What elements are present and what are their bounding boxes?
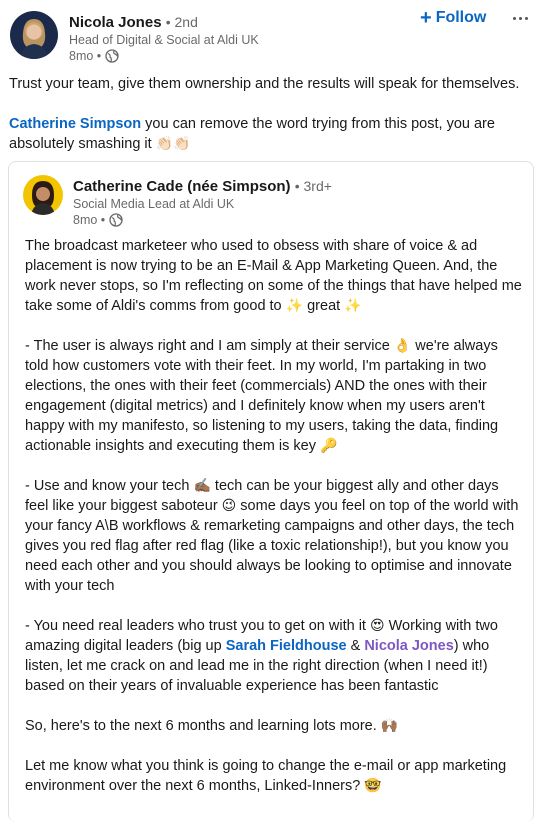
body-paragraph-4: - You need real leaders who trust you to…: [25, 616, 525, 696]
shared-post-meta: 8mo •: [73, 212, 123, 228]
post-time: 8mo •: [69, 49, 102, 63]
sparkles-emoji: ✨: [344, 298, 362, 314]
author-name[interactable]: Nicola Jones: [69, 14, 162, 31]
body-paragraph-2: - The user is always right and I am simp…: [25, 336, 525, 456]
connection-degree: • 2nd: [165, 14, 198, 30]
body-text-span: So, here's to the next 6 months and lear…: [25, 718, 381, 734]
body-paragraph-6: Let me know what you think is going to c…: [25, 756, 525, 796]
raised-hands-emoji: 🙌🏾: [380, 718, 399, 734]
mention-catherine-simpson[interactable]: Catherine Simpson: [9, 116, 141, 132]
key-emoji: 🔑: [320, 438, 338, 454]
post-meta: 8mo •: [69, 48, 119, 64]
author-avatar[interactable]: [10, 11, 58, 59]
shared-post-time: 8mo •: [73, 213, 106, 227]
shared-author-name-row: Catherine Cade (née Simpson) • 3rd+: [73, 176, 332, 197]
shared-author-avatar-image: [23, 175, 63, 215]
globe-icon: [105, 49, 119, 63]
body-text-span: - The user is always right and I am simp…: [25, 338, 394, 354]
writing-hand-emoji: ✍🏾: [193, 478, 211, 494]
post-text: Trust your team, give them ownership and…: [9, 76, 520, 92]
author-avatar-image: [10, 11, 58, 59]
sparkles-emoji: ✨: [285, 298, 304, 314]
body-paragraph-1: The broadcast marketeer who used to obse…: [25, 236, 525, 316]
body-text-span: - You need real leaders who trust you to…: [25, 618, 370, 634]
plus-icon: +: [420, 7, 432, 29]
shared-post-body: The broadcast marketeer who used to obse…: [25, 236, 525, 816]
body-text-span: - Use and know your tech: [25, 478, 194, 494]
author-name-row: Nicola Jones • 2nd: [69, 12, 198, 33]
more-icon: [512, 16, 516, 20]
follow-label: Follow: [435, 9, 487, 26]
nerd-face-emoji: 🤓: [364, 778, 382, 794]
body-text-span: The broadcast marketeer who used to obse…: [25, 238, 522, 314]
body-text-span: &: [346, 638, 365, 654]
more-options-button[interactable]: [508, 6, 532, 30]
shared-author-name[interactable]: Catherine Cade (née Simpson): [73, 178, 291, 195]
more-icon-dot: [524, 16, 528, 20]
body-text-span: we're always told how customers vote wit…: [25, 338, 499, 454]
post-mention-text: Catherine Simpson you can remove the wor…: [9, 114, 534, 154]
feed-post: Nicola Jones • 2nd Head of Digital & Soc…: [0, 0, 544, 822]
shared-author-avatar[interactable]: [23, 175, 63, 215]
wink-emoji: 😉: [221, 498, 237, 514]
body-text-span: great: [303, 298, 345, 314]
ok-hand-emoji: 👌: [393, 338, 412, 354]
more-icon-dot: [518, 16, 522, 20]
body-paragraph-5: So, here's to the next 6 months and lear…: [25, 716, 525, 736]
shared-post-card[interactable]: Catherine Cade (née Simpson) • 3rd+ Soci…: [8, 161, 534, 822]
author-headline: Head of Digital & Social at Aldi UK: [69, 33, 259, 47]
clap-emoji: 👏🏻👏🏻: [155, 136, 191, 152]
globe-icon: [109, 213, 123, 227]
body-text-span: Let me know what you think is going to c…: [25, 758, 507, 794]
follow-button[interactable]: + Follow: [420, 6, 486, 30]
shared-author-headline: Social Media Lead at Aldi UK: [73, 197, 235, 211]
shared-connection-degree: • 3rd+: [294, 178, 332, 194]
mention-nicola-jones[interactable]: Nicola Jones: [364, 638, 453, 654]
body-paragraph-3: - Use and know your tech ✍🏾 tech can be …: [25, 476, 525, 596]
mention-sarah-fieldhouse[interactable]: Sarah Fieldhouse: [226, 638, 347, 654]
heart-eyes-emoji: 😍: [370, 618, 385, 634]
